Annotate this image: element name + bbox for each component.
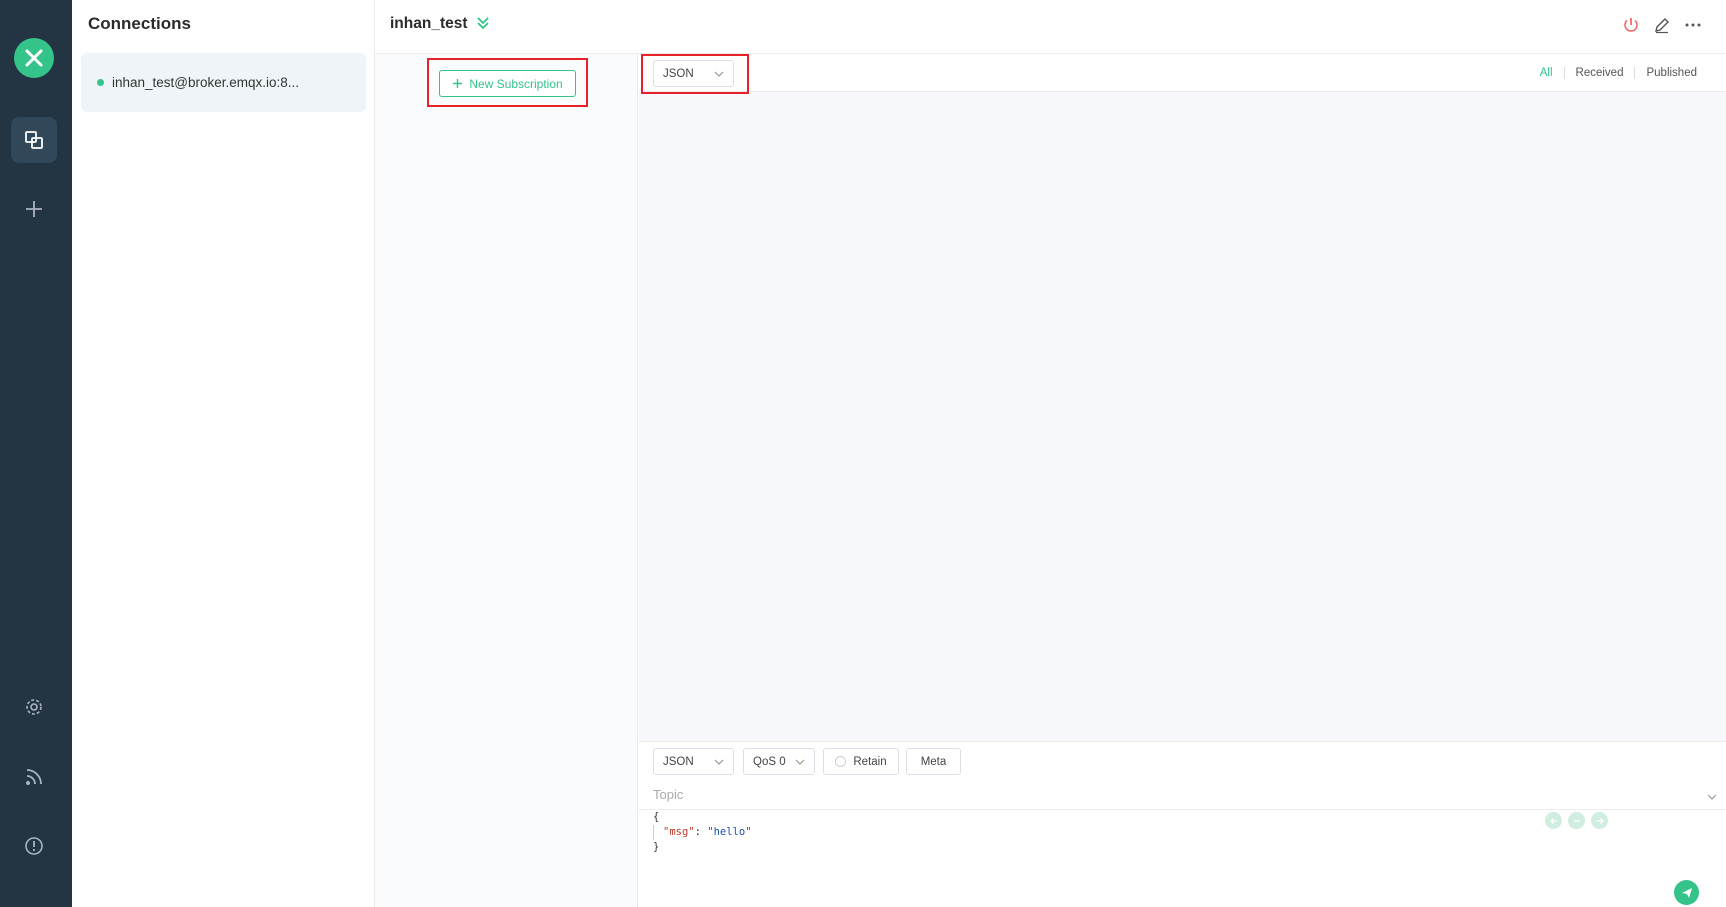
topic-row (639, 780, 1726, 810)
connected-status-icon (97, 79, 104, 86)
payload-line: { (653, 811, 660, 823)
connection-item-label: inhan_test@broker.emqx.io:8... (112, 75, 300, 90)
meta-label: Meta (920, 755, 947, 768)
highlight-box-payload-format (641, 54, 749, 94)
connections-panel: Connections inhan_test@broker.emqx.io:8.… (72, 0, 375, 907)
edit-icon (1655, 18, 1669, 34)
send-icon (1681, 887, 1692, 898)
payload-line: "msg": "hello" (653, 825, 752, 840)
messages-toolbar: JSON All Received Published (639, 54, 1726, 92)
connections-nav-button[interactable] (11, 117, 57, 163)
messages-panel: JSON All Received Published (639, 54, 1726, 741)
qos-select[interactable]: QoS 0 (743, 748, 815, 775)
payload-line: } (653, 841, 660, 853)
payload-value: "hello" (707, 826, 752, 838)
publish-toolbar: JSON QoS 0 Retain Meta (639, 742, 1726, 780)
rss-icon (26, 769, 42, 785)
edit-connection-button[interactable] (1651, 14, 1673, 36)
arrow-right-icon (1596, 817, 1604, 824)
plus-icon (26, 201, 42, 217)
chevron-down-icon (714, 759, 724, 765)
more-icon (1685, 23, 1701, 27)
topic-input[interactable] (653, 787, 1653, 802)
send-button[interactable] (1674, 880, 1699, 905)
publish-panel: JSON QoS 0 Retain Meta { "msg": "hello" … (639, 741, 1726, 907)
payload-editor[interactable]: { "msg": "hello" } (653, 810, 752, 855)
connection-item[interactable]: inhan_test@broker.emqx.io:8... (81, 53, 366, 112)
filter-all-tab[interactable]: All (1529, 67, 1564, 79)
mqttx-logo-icon (14, 38, 54, 78)
history-next-button[interactable] (1591, 812, 1608, 829)
payload-key: "msg" (663, 826, 695, 838)
publish-format-select[interactable]: JSON (653, 748, 734, 775)
new-connection-nav-button[interactable] (11, 186, 57, 232)
retain-radio-icon (835, 756, 847, 767)
meta-button[interactable]: Meta (906, 748, 961, 775)
indent-guide (653, 825, 654, 840)
history-reset-button[interactable] (1568, 812, 1585, 829)
more-options-button[interactable] (1682, 14, 1704, 36)
message-filter-tabs: All Received Published (1529, 67, 1708, 79)
double-chevron-down-icon[interactable] (475, 15, 491, 36)
publish-format-value: JSON (663, 755, 694, 768)
gear-icon (26, 699, 42, 715)
chevron-down-icon[interactable] (1706, 791, 1718, 803)
chevron-down-icon (795, 759, 805, 765)
connection-header: inhan_test (375, 0, 1726, 54)
filter-received-tab[interactable]: Received (1565, 67, 1635, 79)
info-icon (25, 837, 43, 855)
connections-title: Connections (88, 14, 191, 33)
filter-published-tab[interactable]: Published (1635, 67, 1708, 79)
app-sidebar (0, 0, 72, 907)
qos-value: QoS 0 (753, 755, 786, 768)
subscriptions-panel: New Subscription (375, 54, 638, 907)
retain-toggle[interactable]: Retain (823, 748, 899, 775)
settings-nav-button[interactable] (11, 684, 57, 730)
connections-icon (25, 131, 43, 149)
about-nav-button[interactable] (11, 823, 57, 869)
highlight-box-new-subscription (427, 58, 588, 107)
arrow-left-icon (1549, 817, 1557, 824)
log-nav-button[interactable] (11, 754, 57, 800)
retain-label: Retain (853, 755, 887, 768)
connection-name: inhan_test (390, 15, 468, 32)
power-icon (1624, 18, 1638, 32)
disconnect-button[interactable] (1620, 14, 1642, 36)
history-prev-button[interactable] (1545, 812, 1562, 829)
minus-icon (1573, 819, 1580, 822)
